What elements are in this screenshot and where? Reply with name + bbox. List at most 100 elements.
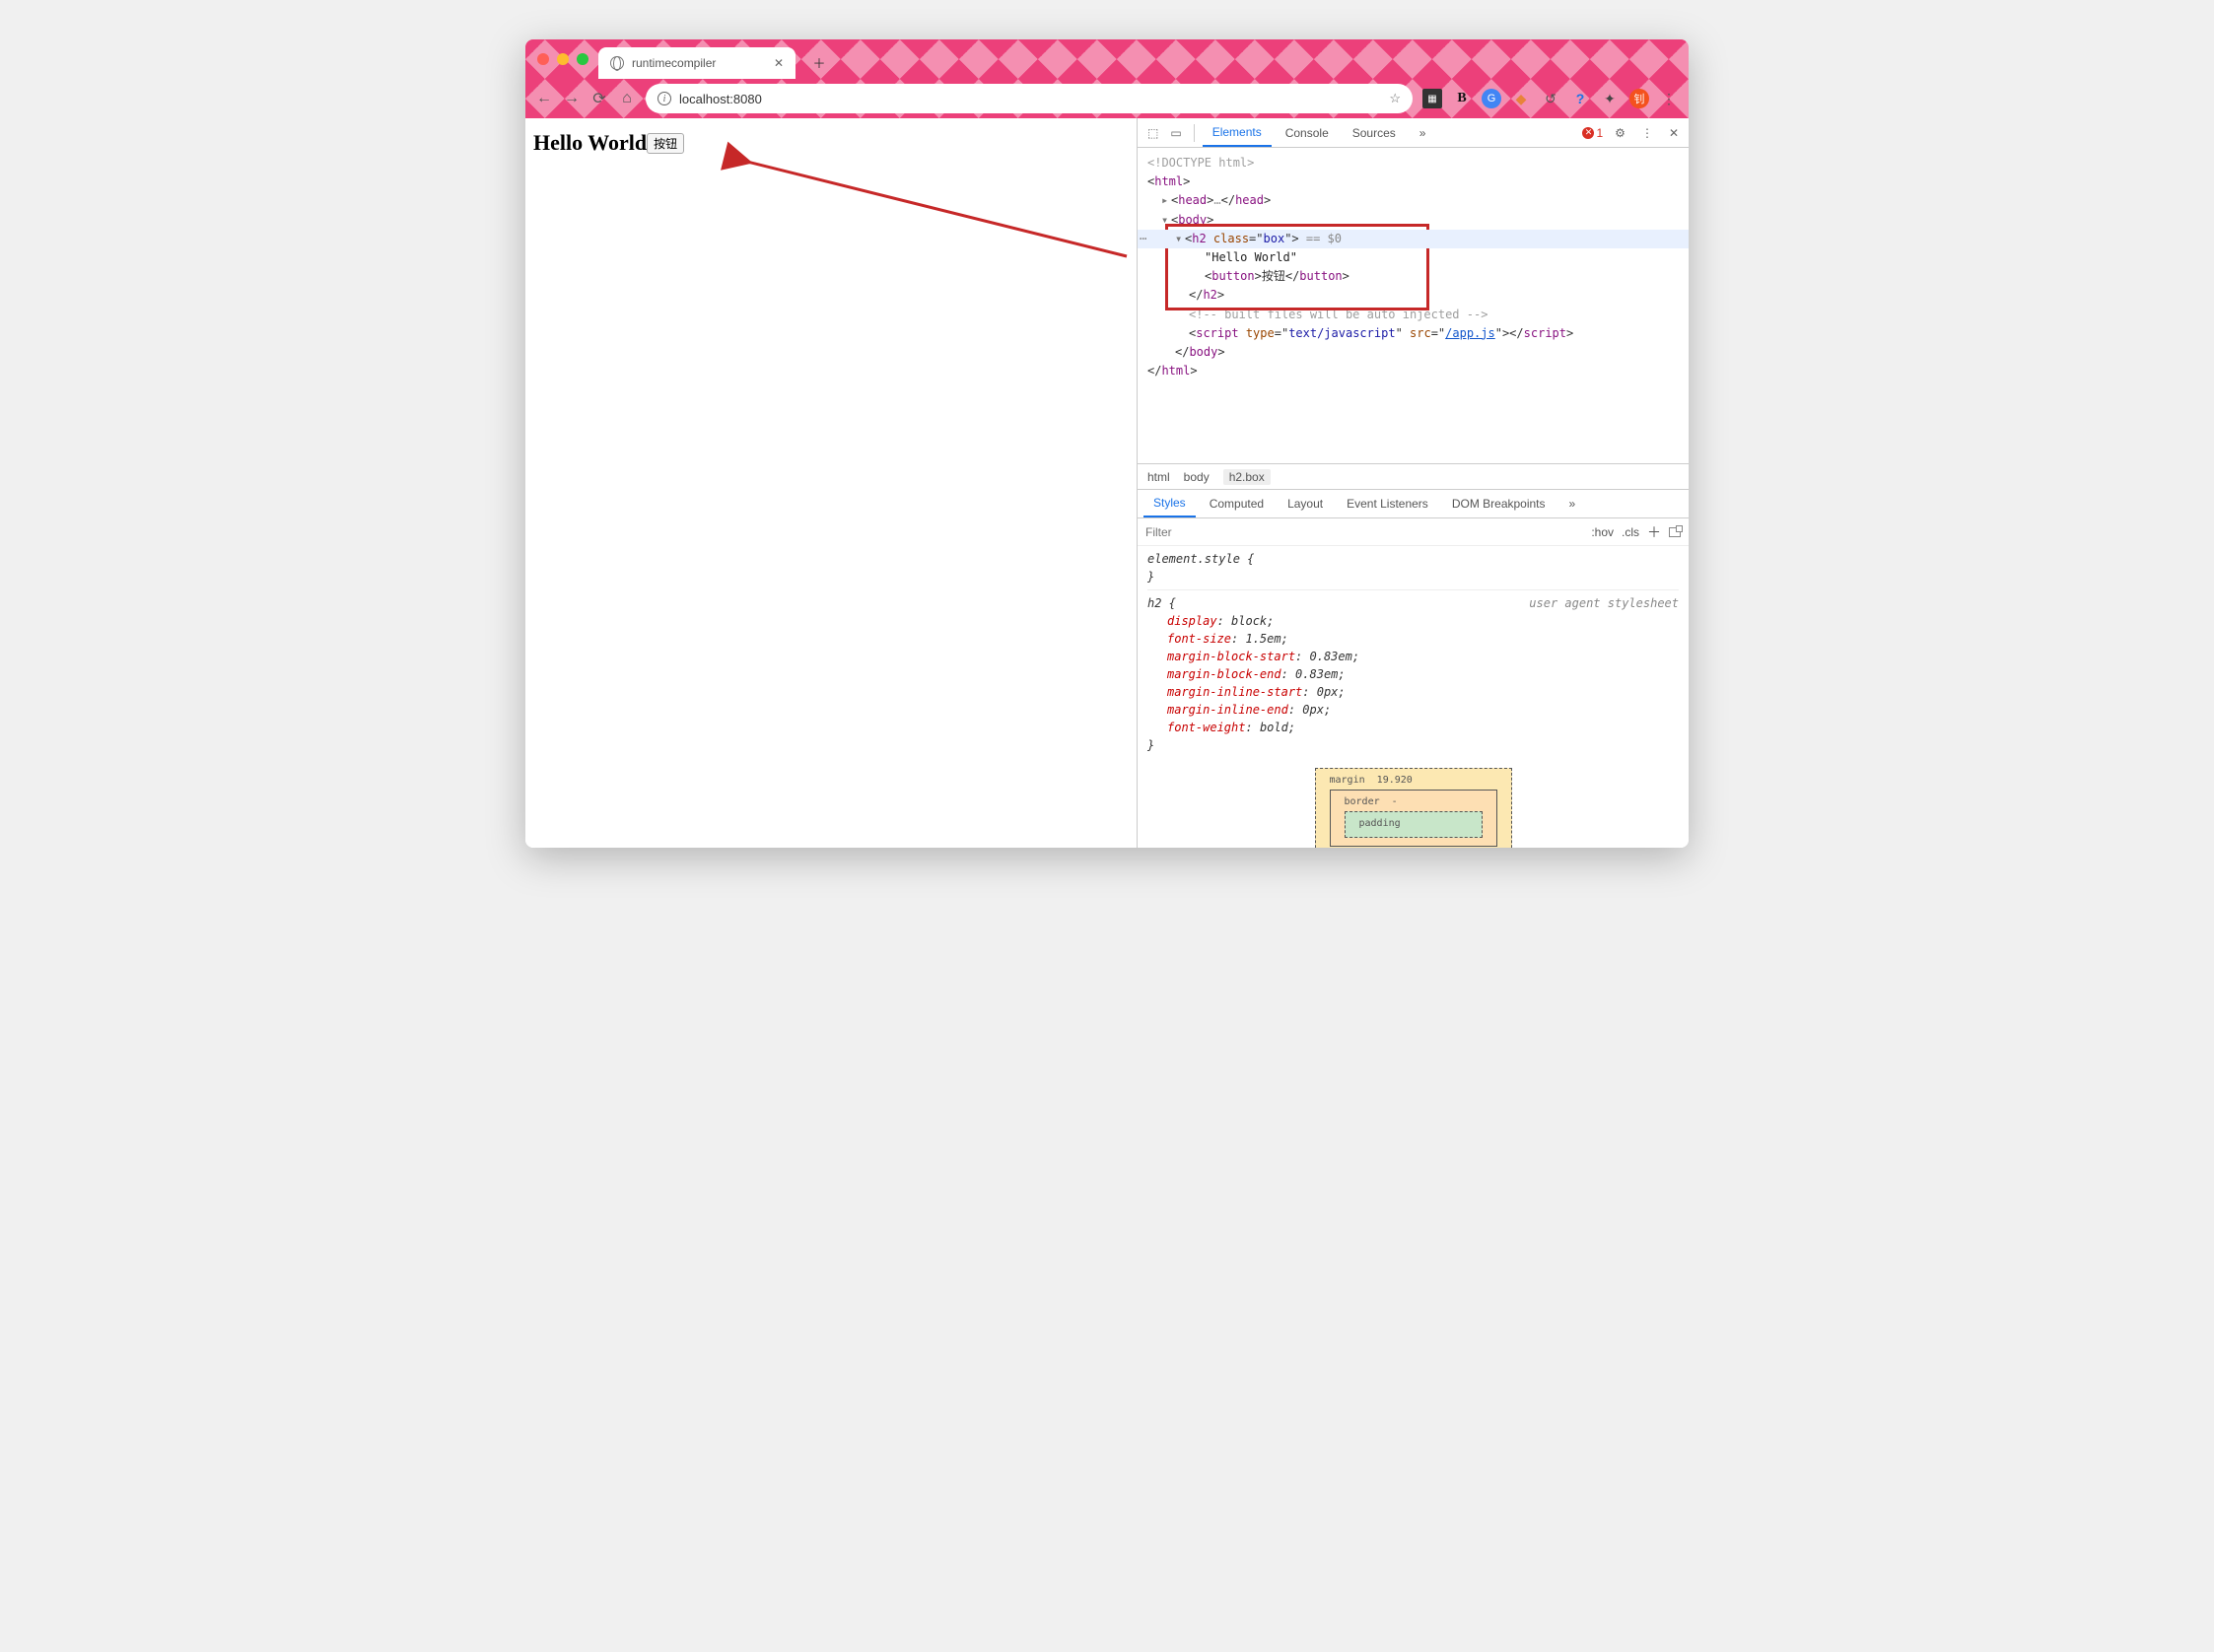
val-mie: 0px	[1302, 703, 1324, 717]
subtab-styles[interactable]: Styles	[1143, 490, 1196, 517]
inline-sel: element.style {	[1147, 552, 1254, 566]
devtools-tabs: ⬚ ▭ Elements Console Sources » ✕1 ⚙ ⋮ ✕	[1138, 118, 1689, 148]
reload-icon[interactable]: ⟳	[590, 89, 608, 108]
address-bar[interactable]: i localhost:8080 ☆	[646, 84, 1413, 113]
subtabs-overflow-icon[interactable]: »	[1559, 490, 1586, 517]
tab-sources[interactable]: Sources	[1343, 118, 1406, 147]
tab-strip: runtimecompiler ✕ ＋	[525, 39, 1689, 79]
val-display: block	[1231, 614, 1267, 628]
devtools-menu-icon[interactable]: ⋮	[1637, 126, 1657, 140]
cls-toggle[interactable]: .cls	[1622, 525, 1639, 539]
crumb-html[interactable]: html	[1147, 470, 1170, 484]
html-open: html	[1154, 174, 1183, 188]
site-info-icon[interactable]: i	[657, 92, 671, 105]
styles-pane[interactable]: element.style { } h2 { user agent styles…	[1138, 546, 1689, 848]
back-icon[interactable]: ←	[535, 90, 553, 107]
filter-input[interactable]	[1145, 525, 1583, 539]
browser-tab[interactable]: runtimecompiler ✕	[598, 47, 796, 79]
qr-extension-icon[interactable]: ▦	[1422, 89, 1442, 108]
h2-tag: h2	[1192, 232, 1206, 245]
prop-mis: margin-inline-start	[1167, 685, 1302, 699]
device-icon[interactable]: ▭	[1166, 126, 1185, 140]
head-tag: head	[1178, 193, 1207, 207]
val-mbe: 0.83em	[1295, 667, 1338, 681]
class-val: box	[1264, 232, 1285, 245]
ua-label: user agent stylesheet	[1529, 594, 1679, 612]
styles-tabs: Styles Computed Layout Event Listeners D…	[1138, 489, 1689, 518]
subtab-dom[interactable]: DOM Breakpoints	[1442, 490, 1556, 517]
fox-extension-icon[interactable]: ◆	[1511, 89, 1531, 108]
new-tab-button[interactable]: ＋	[805, 48, 833, 76]
error-count: 1	[1596, 126, 1603, 140]
inline-close: }	[1147, 570, 1154, 584]
elements-tree[interactable]: <!DOCTYPE html> <html> ▸<head>…</head> ▾…	[1138, 148, 1689, 463]
kebab-menu-icon[interactable]: ⋮	[1659, 89, 1679, 108]
globe-icon	[610, 56, 624, 70]
close-tab-icon[interactable]: ✕	[774, 56, 784, 70]
translate-extension-icon[interactable]: G	[1482, 89, 1501, 108]
browser-toolbar: ← → ⟳ ⌂ i localhost:8080 ☆ ▦ B G ◆ ↺ ? ✦…	[525, 79, 1689, 118]
extension-icons: ▦ B G ◆ ↺ ? ✦ 钊 ⋮	[1422, 89, 1679, 108]
border-val: -	[1392, 796, 1398, 807]
prop-mbe: margin-block-end	[1167, 667, 1281, 681]
crumb-h2[interactable]: h2.box	[1223, 469, 1271, 485]
maximize-window-icon[interactable]	[577, 53, 588, 65]
prop-mie: margin-inline-end	[1167, 703, 1288, 717]
head-ellipsis: …	[1213, 193, 1220, 207]
browser-window: runtimecompiler ✕ ＋ ← → ⟳ ⌂ i localhost:…	[525, 39, 1689, 848]
doctype: <!DOCTYPE html>	[1147, 156, 1254, 170]
margin-top: 19.920	[1377, 775, 1413, 786]
inspect-icon[interactable]: ⬚	[1143, 126, 1162, 140]
box-model: margin 19.920 border - padding	[1315, 768, 1512, 848]
eq0: == $0	[1299, 232, 1342, 245]
styles-filter-bar: :hov .cls ＋	[1138, 518, 1689, 546]
crumb-body[interactable]: body	[1184, 470, 1210, 484]
tab-title: runtimecompiler	[632, 56, 716, 70]
tab-console[interactable]: Console	[1276, 118, 1339, 147]
val-fw: bold	[1260, 721, 1288, 734]
subtab-layout[interactable]: Layout	[1278, 490, 1333, 517]
h2-close: }	[1147, 738, 1154, 752]
devtools-panel: ⬚ ▭ Elements Console Sources » ✕1 ⚙ ⋮ ✕ …	[1137, 118, 1689, 848]
home-icon[interactable]: ⌂	[618, 90, 636, 107]
page-viewport: Hello World按钮	[525, 118, 1137, 848]
class-attr: class	[1213, 232, 1249, 245]
type-val: text/javascript	[1288, 326, 1395, 340]
h2-sel: h2 {	[1147, 594, 1176, 612]
src-val: /app.js	[1445, 326, 1495, 340]
tab-elements[interactable]: Elements	[1203, 118, 1272, 147]
separator	[1194, 124, 1195, 142]
error-badge[interactable]: ✕1	[1582, 126, 1603, 140]
margin-label: margin	[1330, 775, 1365, 786]
url-text: localhost:8080	[679, 92, 762, 106]
history-extension-icon[interactable]: ↺	[1541, 89, 1560, 108]
hov-toggle[interactable]: :hov	[1591, 525, 1614, 539]
toggle-pane-icon[interactable]	[1669, 527, 1681, 537]
prop-mbs: margin-block-start	[1167, 650, 1295, 663]
new-style-icon[interactable]: ＋	[1647, 522, 1661, 542]
script-tag: script	[1196, 326, 1238, 340]
help-extension-icon[interactable]: ?	[1570, 89, 1590, 108]
prop-display: display	[1167, 614, 1217, 628]
profile-icon[interactable]: 钊	[1629, 89, 1649, 108]
type-attr: type	[1246, 326, 1275, 340]
heading-text: Hello World	[533, 130, 647, 155]
minimize-window-icon[interactable]	[557, 53, 569, 65]
page-button[interactable]: 按钮	[647, 133, 684, 154]
tabs-overflow-icon[interactable]: »	[1410, 118, 1436, 147]
settings-icon[interactable]: ⚙	[1611, 126, 1629, 140]
bold-extension-icon[interactable]: B	[1452, 89, 1472, 108]
extensions-icon[interactable]: ✦	[1600, 89, 1620, 108]
padding-label: padding	[1359, 818, 1401, 829]
prop-fw: font-weight	[1167, 721, 1245, 734]
close-devtools-icon[interactable]: ✕	[1665, 126, 1683, 140]
subtab-listeners[interactable]: Event Listeners	[1337, 490, 1438, 517]
page-heading: Hello World按钮	[533, 130, 684, 155]
border-label: border	[1345, 796, 1380, 807]
prop-fontsize: font-size	[1167, 632, 1231, 646]
val-mbs: 0.83em	[1310, 650, 1352, 663]
close-window-icon[interactable]	[537, 53, 549, 65]
bookmark-icon[interactable]: ☆	[1389, 91, 1401, 106]
forward-icon[interactable]: →	[563, 90, 581, 107]
subtab-computed[interactable]: Computed	[1200, 490, 1274, 517]
